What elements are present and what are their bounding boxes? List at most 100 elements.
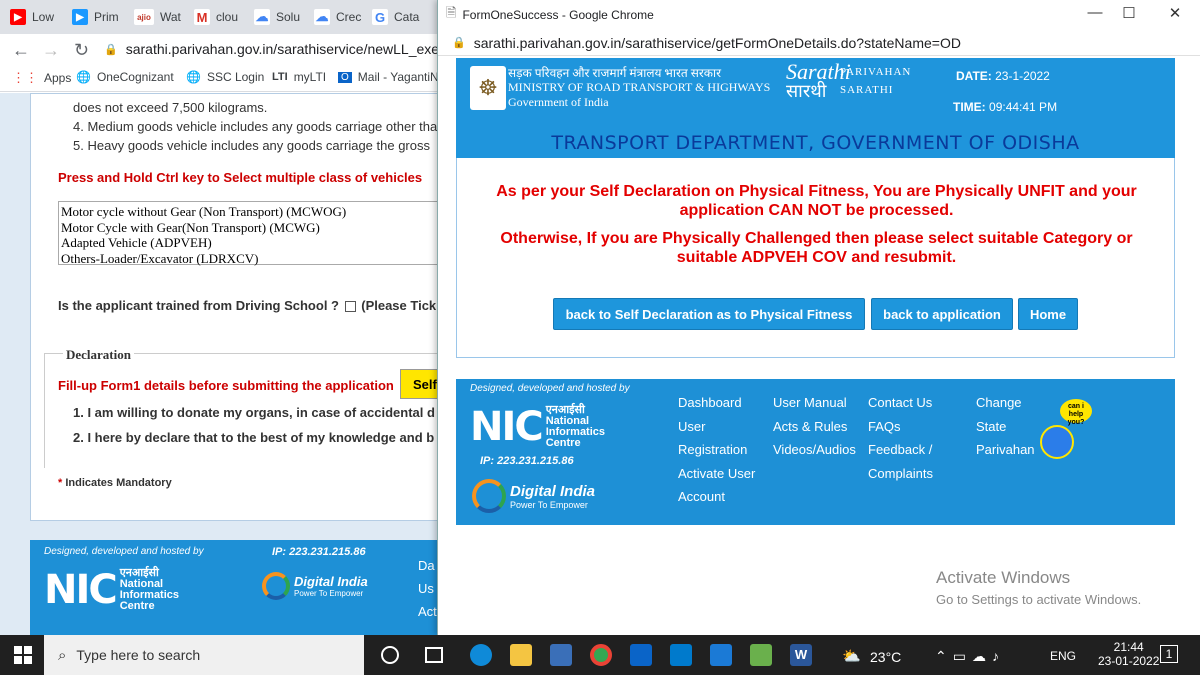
activate-windows-sub: Go to Settings to activate Windows.: [936, 592, 1142, 607]
vehicle-option[interactable]: Motor Cycle with Gear(Non Transport) (MC…: [61, 220, 437, 236]
lti-icon: LTI: [272, 71, 288, 83]
tab-youtube[interactable]: ▶ Low: [0, 4, 54, 30]
file-explorer-icon[interactable]: [510, 644, 532, 666]
tab-crec[interactable]: ☁ Crec: [304, 4, 361, 30]
footer-link-change[interactable]: Change: [976, 395, 1022, 410]
back-to-application-button[interactable]: back to application: [871, 298, 1013, 330]
bookmark-mail[interactable]: O Mail - YagantiN: [338, 70, 439, 84]
notepad-plus-icon[interactable]: [750, 644, 772, 666]
popup-page: ☸ सड़क परिवहन और राजमार्ग मंत्रालय भारत …: [438, 56, 1200, 635]
weather-icon[interactable]: ⛅: [842, 647, 861, 665]
word-icon[interactable]: W: [790, 644, 812, 666]
search-icon: ⌕: [58, 646, 67, 664]
nic-logo: NIC एनआईसी National Informatics Centre: [44, 567, 180, 613]
footer-link-acts-rules[interactable]: Acts & Rules: [773, 419, 847, 434]
bg-footer-link[interactable]: Act: [418, 604, 437, 619]
bg-page-content: does not exceed 7,500 kilograms. 4. Medi…: [0, 93, 437, 635]
bg-ip: IP: 223.231.215.86: [272, 546, 366, 558]
taskbar-search-box[interactable]: ⌕ Type here to search: [44, 635, 364, 675]
digital-india-logo: Digital India Power To Empower: [472, 479, 595, 513]
home-button[interactable]: Home: [1018, 298, 1078, 330]
vehicle-class-listbox[interactable]: Motor cycle without Gear (Non Transport)…: [58, 201, 437, 267]
footer-link-account[interactable]: Account: [678, 489, 725, 504]
footer-link-state[interactable]: State: [976, 419, 1006, 434]
footer-link-contact[interactable]: Contact Us: [868, 395, 932, 410]
close-icon[interactable]: ✕: [1160, 4, 1190, 22]
popup-address-bar[interactable]: 🔒 sarathi.parivahan.gov.in/sarathiservic…: [438, 30, 1200, 56]
help-chatbot-icon[interactable]: can i help you?: [1040, 399, 1092, 459]
ministry-name: MINISTRY OF ROAD TRANSPORT & HIGHWAYS: [508, 80, 771, 94]
minimize-icon[interactable]: —: [1080, 4, 1110, 21]
bg-footer-link[interactable]: Da: [418, 558, 435, 573]
footer-link-complaints[interactable]: Complaints: [868, 466, 933, 481]
date-display: DATE: 23-1-2022: [956, 69, 1050, 83]
edge-icon[interactable]: [470, 644, 492, 666]
system-tray-icons[interactable]: ⌃▭☁♪: [935, 648, 1005, 665]
bookmark-ssc-login[interactable]: 🌐 SSC Login: [186, 70, 264, 84]
sarathi-label: SARATHI: [840, 84, 894, 96]
government-of-india: Government of India: [508, 95, 609, 109]
declaration-title: Declaration: [63, 347, 134, 363]
bg-address-bar[interactable]: 🔒 sarathi.parivahan.gov.in/sarathiservic…: [104, 38, 444, 60]
notification-icon[interactable]: 1: [1160, 645, 1178, 663]
reload-icon[interactable]: ↻: [74, 40, 89, 61]
task-view-icon[interactable]: [425, 647, 443, 663]
tab-prime[interactable]: ▶ Prim: [62, 4, 119, 30]
footer-link-faqs[interactable]: FAQs: [868, 419, 901, 434]
clock[interactable]: 21:44 23-01-2022: [1098, 640, 1159, 668]
self-declaration-button[interactable]: Self: [400, 369, 437, 399]
digital-india-swirl-icon: [262, 572, 290, 600]
maximize-icon[interactable]: ☐: [1114, 4, 1144, 22]
lock-icon: 🔒: [104, 43, 118, 56]
prime-icon: ▶: [72, 9, 88, 25]
chrome-icon[interactable]: [590, 644, 612, 666]
bg-footer-link[interactable]: Us: [418, 581, 434, 596]
apps-grid-icon: ⋮⋮: [12, 70, 38, 85]
popup-title-bar: 🗎 FormOneSuccess - Google Chrome — ☐ ✕: [438, 0, 1200, 30]
vehicle-option[interactable]: Others-Loader/Excavator (LDRXCV): [61, 251, 437, 267]
tab-solu[interactable]: ☁ Solu: [244, 4, 300, 30]
challenged-message: Otherwise, If you are Physically Challen…: [500, 230, 1133, 266]
bg-designed-by: Designed, developed and hosted by: [44, 546, 204, 557]
bookmark-apps[interactable]: ⋮⋮ Apps: [12, 70, 71, 86]
footer-link-parivahan[interactable]: Parivahan: [976, 442, 1035, 457]
cortana-icon[interactable]: [381, 646, 399, 664]
temperature[interactable]: 23°C: [870, 649, 901, 665]
mail-icon[interactable]: [630, 644, 652, 666]
bookmark-mylti[interactable]: LTI myLTI: [272, 70, 326, 84]
declaration-item: 2. I here by declare that to the best of…: [73, 430, 435, 445]
bg-text-line: 5. Heavy goods vehicle includes any good…: [73, 138, 430, 153]
footer-link-user-manual[interactable]: User Manual: [773, 395, 847, 410]
back-to-self-declaration-button[interactable]: back to Self Declaration as to Physical …: [553, 298, 865, 330]
footer-link-registration[interactable]: Registration: [678, 442, 747, 457]
globe-icon: 🌐: [186, 70, 201, 84]
vehicle-option[interactable]: Adapted Vehicle (ADPVEH): [61, 235, 437, 251]
vehicle-option[interactable]: Motor cycle without Gear (Non Transport)…: [61, 204, 437, 220]
unfit-message: As per your Self Declaration on Physical…: [496, 183, 1137, 219]
outlook-icon: O: [338, 71, 352, 83]
back-arrow-icon[interactable]: ←: [12, 40, 30, 61]
footer-link-feedback[interactable]: Feedback /: [868, 442, 932, 457]
driving-school-checkbox[interactable]: [344, 301, 356, 313]
tab-cata[interactable]: G Cata: [362, 4, 419, 30]
forward-arrow-icon[interactable]: →: [42, 40, 60, 61]
youtube-icon: ▶: [10, 9, 26, 25]
bg-footer: Designed, developed and hosted by IP: 22…: [30, 540, 437, 635]
tab-gmail[interactable]: Mclou: [184, 4, 238, 30]
tab-ajio[interactable]: ajio Wat: [124, 4, 181, 30]
cloud-icon: ☁: [314, 9, 330, 25]
footer-link-videos[interactable]: Videos/Audios: [773, 442, 856, 457]
footer-link-dashboard[interactable]: Dashboard: [678, 395, 742, 410]
windows-taskbar: ⌕ Type here to search W ⛅ 23°C ⌃▭☁♪ ENG …: [0, 635, 1200, 675]
footer-link-user[interactable]: User: [678, 419, 705, 434]
vscode-icon[interactable]: [670, 644, 692, 666]
ip-address: IP: 223.231.215.86: [480, 455, 574, 467]
language-indicator[interactable]: ENG: [1050, 649, 1076, 663]
driving-school-question: Is the applicant trained from Driving Sc…: [58, 298, 437, 313]
store-icon[interactable]: [550, 644, 572, 666]
bookmark-onecognizant[interactable]: 🌐 OneCognizant: [76, 70, 174, 84]
windows-start-icon[interactable]: [14, 646, 32, 664]
media-player-icon[interactable]: [710, 644, 732, 666]
digital-india-logo: Digital India Power To Empower: [262, 572, 368, 600]
footer-link-activate-user[interactable]: Activate User: [678, 466, 755, 481]
